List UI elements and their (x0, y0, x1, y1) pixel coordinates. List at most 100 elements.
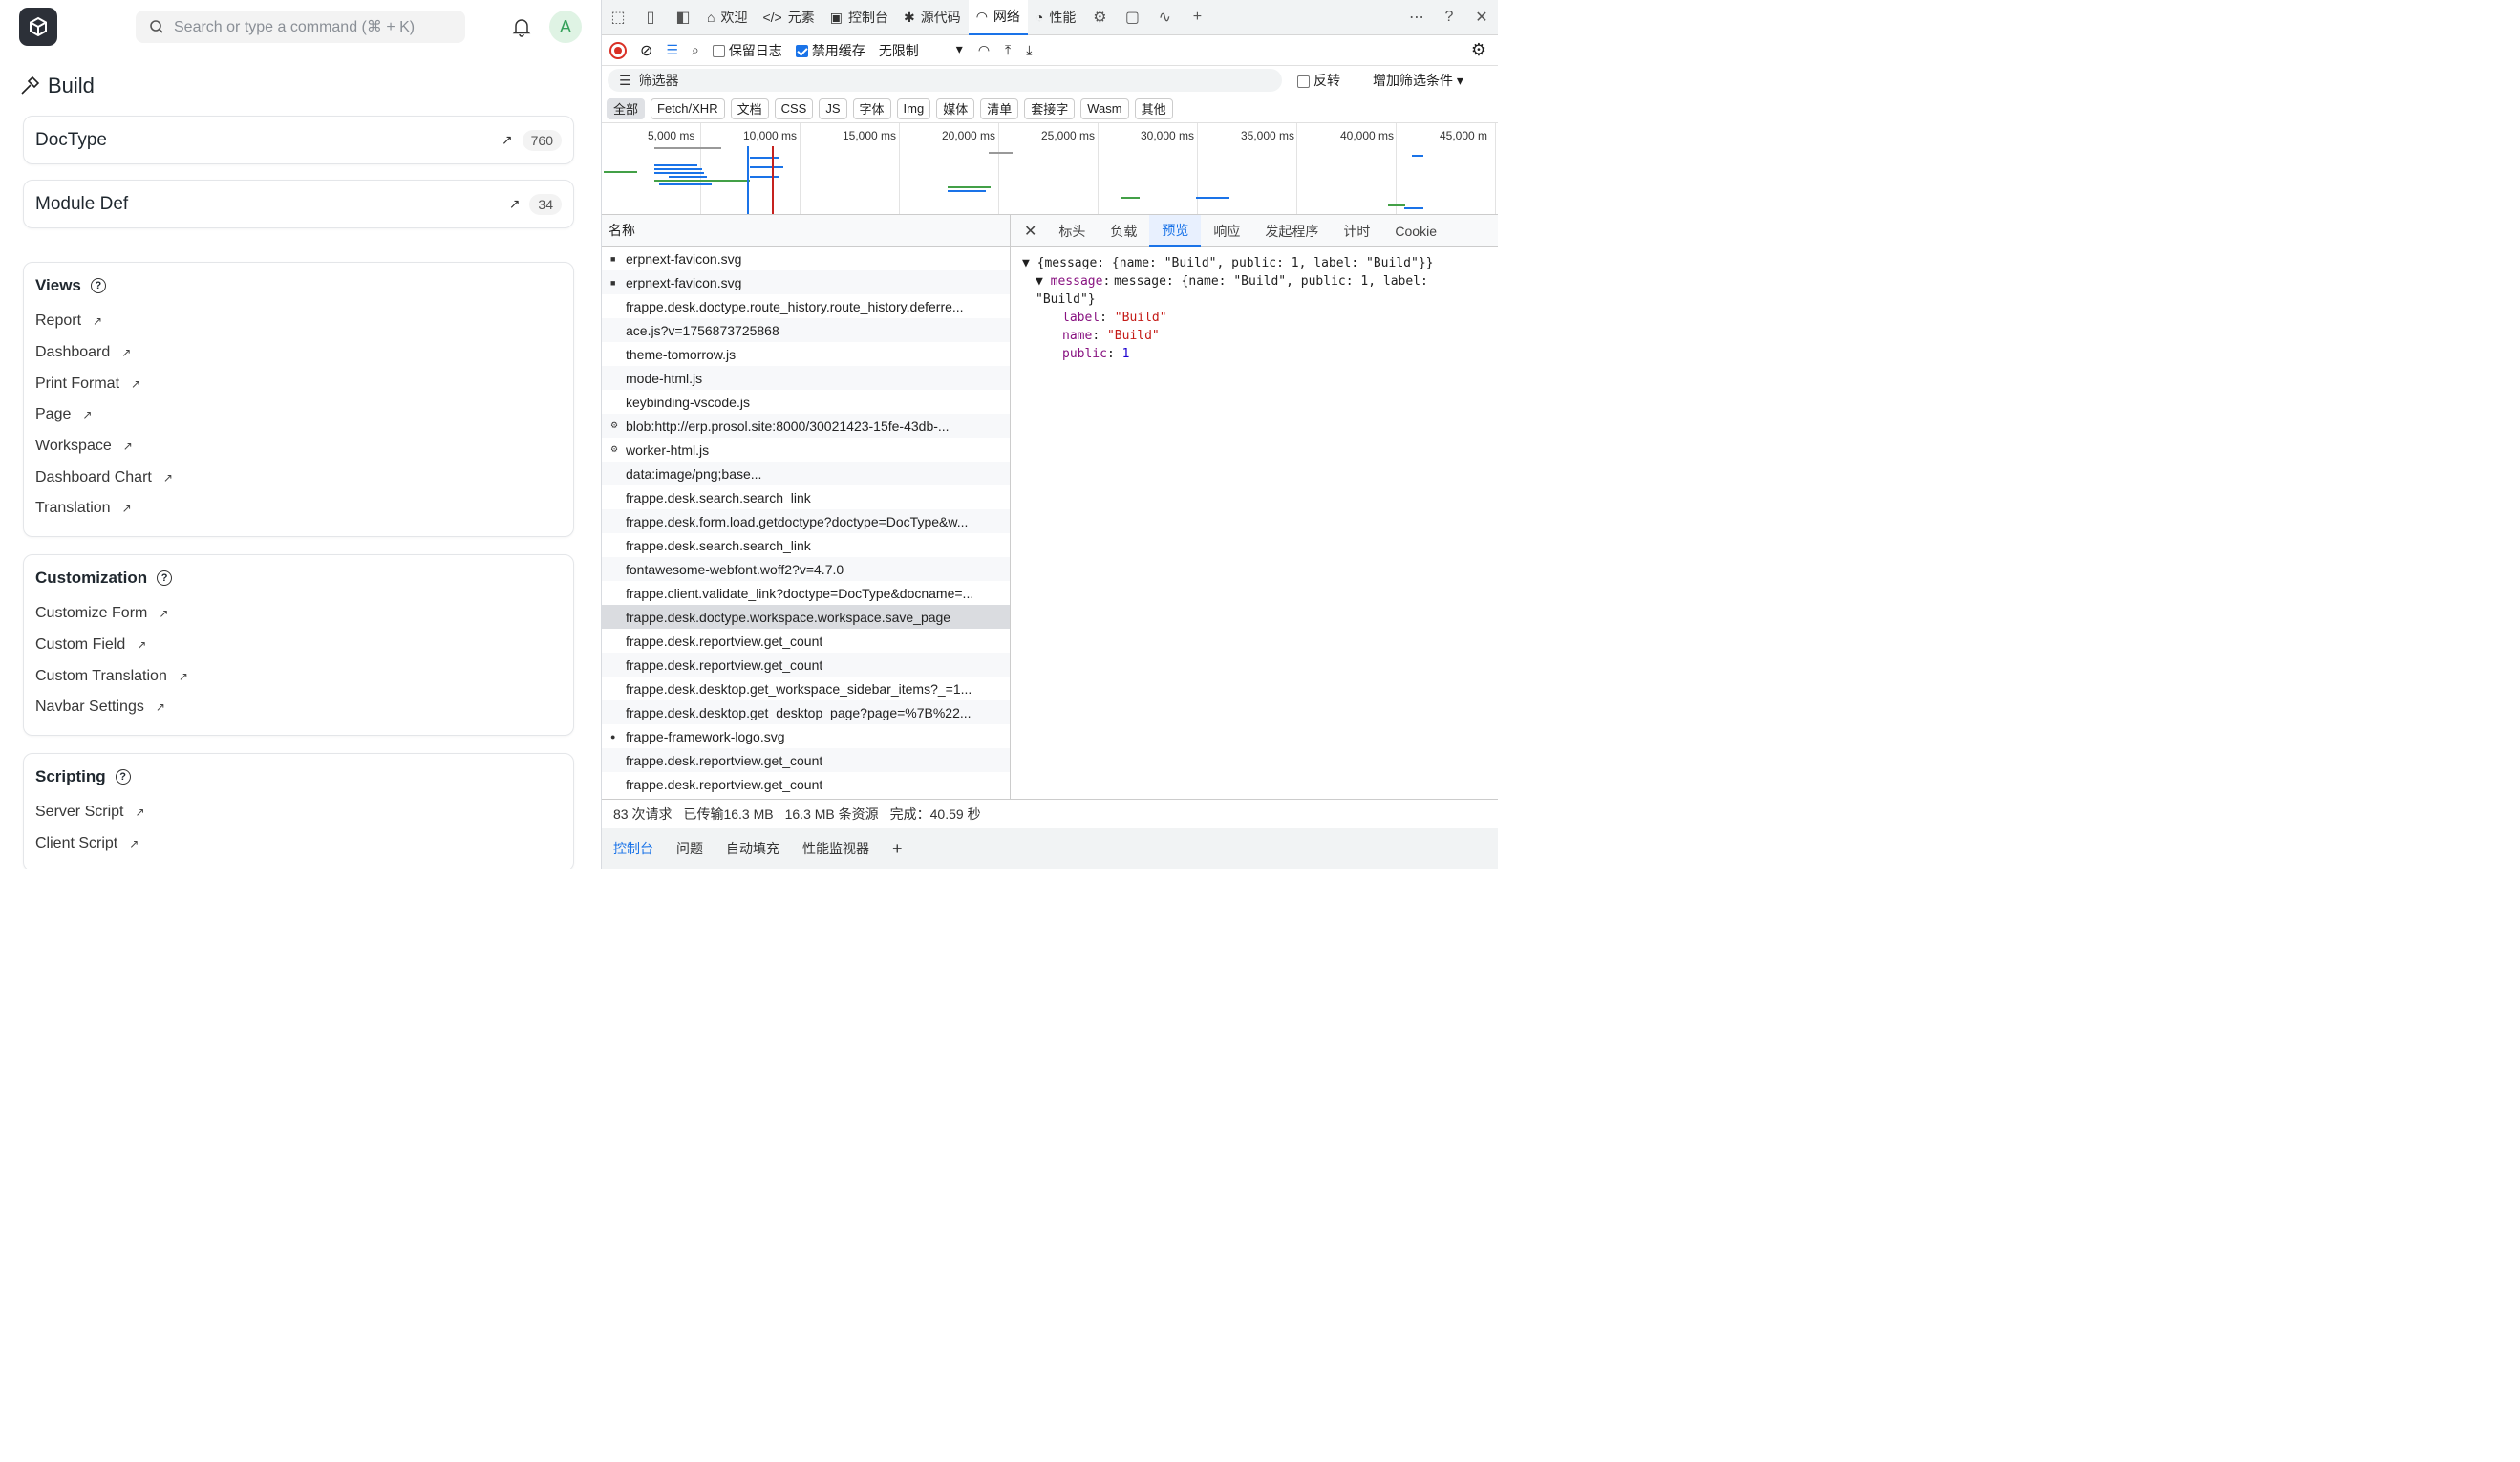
tab-payload[interactable]: 负载 (1098, 215, 1149, 247)
request-row[interactable]: fontawesome-webfont.woff2?v=4.7.0 (602, 557, 1010, 581)
tab-performance[interactable]: ◔ 性能 (1028, 0, 1083, 35)
type-filter-js[interactable]: JS (819, 97, 847, 119)
request-row[interactable]: ⚙ worker-html.js (602, 438, 1010, 462)
request-row[interactable]: frappe.desk.doctype.route_history.route_… (602, 294, 1010, 318)
drawer-tab-console[interactable]: 控制台 (602, 839, 665, 858)
throttle-select[interactable]: 无限制 ▾ (879, 41, 963, 60)
request-row[interactable]: frappe.desk.desktop.get_desktop_page?pag… (602, 700, 1010, 724)
request-row[interactable]: ■ erpnext-favicon.svg (602, 247, 1010, 270)
link-dashboard-chart[interactable]: Dashboard Chart ↗ (35, 462, 562, 493)
link-print-format[interactable]: Print Format ↗ (35, 368, 562, 399)
request-row[interactable]: keybinding-vscode.js (602, 390, 1010, 414)
settings-gear-icon[interactable]: ⚙ (1083, 0, 1116, 35)
link-server-script[interactable]: Server Script ↗ (35, 797, 562, 828)
pulse-icon[interactable]: ∿ (1148, 0, 1181, 35)
request-row[interactable]: frappe.desk.reportview.get_count (602, 629, 1010, 653)
request-row[interactable]: ● frappe-framework-logo.svg (602, 724, 1010, 748)
filter-input[interactable]: ☰ 筛选器 (608, 69, 1282, 92)
drawer-tab-autofill[interactable]: 自动填充 (715, 839, 791, 858)
record-icon[interactable] (609, 41, 627, 59)
app-logo[interactable] (19, 8, 57, 46)
type-filter-xhr[interactable]: Fetch/XHR (651, 97, 725, 119)
json-message[interactable]: ▼ message: message: {name: "Build", publ… (1022, 272, 1486, 309)
more-filters-dropdown[interactable]: 增加筛选条件 ▾ (1373, 71, 1463, 90)
search-input[interactable]: Search or type a command (⌘ + K) (136, 11, 465, 43)
preserve-log-checkbox[interactable]: 保留日志 (712, 41, 782, 60)
type-filter-css[interactable]: CSS (774, 97, 814, 119)
request-row[interactable]: frappe.desk.form.load.getdoctype?doctype… (602, 509, 1010, 533)
type-filter-doc[interactable]: 文档 (730, 97, 769, 119)
tab-cookies[interactable]: Cookie (1382, 215, 1449, 247)
type-filter-other[interactable]: 其他 (1134, 97, 1173, 119)
help-icon[interactable]: ? (1433, 0, 1465, 35)
network-conditions-icon[interactable]: ◠ (978, 42, 990, 58)
link-report[interactable]: Report ↗ (35, 306, 562, 337)
help-icon[interactable]: ? (115, 768, 131, 785)
request-row[interactable]: mode-html.js (602, 366, 1010, 390)
network-overview[interactable]: 5,000 ms 10,000 ms 15,000 ms 20,000 ms 2… (602, 123, 1498, 215)
avatar[interactable]: A (549, 11, 582, 43)
close-icon[interactable]: ✕ (1465, 0, 1498, 35)
type-filter-manifest[interactable]: 清单 (980, 97, 1019, 119)
tab-welcome[interactable]: ⌂ 欢迎 (699, 0, 755, 35)
device-toolbar-icon[interactable]: ▯ (634, 0, 667, 35)
request-row[interactable]: frappe.desk.reportview.get_count (602, 653, 1010, 677)
link-client-script[interactable]: Client Script ↗ (35, 828, 562, 859)
request-row[interactable]: ⚙ blob:http://erp.prosol.site:8000/300214… (602, 414, 1010, 438)
tab-response[interactable]: 响应 (1201, 215, 1252, 247)
request-row[interactable]: theme-tomorrow.js (602, 342, 1010, 366)
type-filter-media[interactable]: 媒体 (936, 97, 975, 119)
filter-icon[interactable]: ☰ (666, 42, 678, 58)
link-dashboard[interactable]: Dashboard ↗ (35, 337, 562, 369)
more-icon[interactable]: ⋯ (1400, 0, 1433, 35)
type-filter-all[interactable]: 全部 (607, 97, 646, 119)
tab-console[interactable]: ▣ 控制台 (822, 0, 896, 35)
tab-initiator[interactable]: 发起程序 (1252, 215, 1331, 247)
link-workspace[interactable]: Workspace ↗ (35, 431, 562, 462)
upload-icon[interactable]: ⤒ (1005, 42, 1011, 58)
tab-sources[interactable]: ✱ 源代码 (896, 0, 969, 35)
disable-cache-checkbox[interactable]: 禁用缓存 (795, 41, 865, 60)
tab-preview[interactable]: 预览 (1149, 215, 1202, 247)
type-filter-img[interactable]: Img (896, 97, 931, 119)
drawer-tab-issues[interactable]: 问题 (665, 839, 715, 858)
link-navbar-settings[interactable]: Navbar Settings ↗ (35, 692, 562, 723)
request-row[interactable]: frappe.desk.search.search_link (602, 533, 1010, 557)
application-icon[interactable]: ▢ (1116, 0, 1148, 35)
sidebar-icon[interactable]: ◧ (667, 0, 699, 35)
tab-elements[interactable]: </> 元素 (755, 0, 822, 35)
network-settings-icon[interactable]: ⚙ (1471, 40, 1486, 60)
request-row[interactable]: frappe.desk.reportview.get_count (602, 772, 1010, 796)
add-icon[interactable]: + (881, 839, 914, 859)
help-icon[interactable]: ? (90, 278, 106, 293)
download-icon[interactable]: ⤓ (1026, 42, 1032, 58)
request-row[interactable]: frappe.desk.desktop.get_workspace_sideba… (602, 677, 1010, 700)
request-row[interactable]: frappe.desk.doctype.workspace.workspace.… (602, 605, 1010, 629)
request-row[interactable]: ace.js?v=1756873725868 (602, 318, 1010, 342)
name-column-header[interactable]: 名称 (602, 215, 1011, 246)
shortcut-card-module-def[interactable]: Module Def ↗ 34 (23, 180, 574, 228)
tab-network[interactable]: ◠ 网络 (968, 0, 1028, 35)
link-customize-form[interactable]: Customize Form ↗ (35, 598, 562, 630)
json-root[interactable]: ▼ {message: {name: "Build", public: 1, l… (1022, 254, 1486, 272)
request-row[interactable]: data:image/png;base... (602, 462, 1010, 485)
link-custom-translation[interactable]: Custom Translation ↗ (35, 660, 562, 692)
request-row[interactable]: frappe.desk.reportview.get_count (602, 748, 1010, 772)
link-page[interactable]: Page ↗ (35, 399, 562, 431)
request-row[interactable]: frappe.desk.search.search_link (602, 485, 1010, 509)
shortcut-card-doctype[interactable]: DocType ↗ 760 (23, 116, 574, 164)
link-translation[interactable]: Translation ↗ (35, 493, 562, 525)
help-icon[interactable]: ? (157, 570, 173, 586)
clear-icon[interactable]: ⊘ (640, 41, 652, 60)
inspect-icon[interactable]: ⬚ (602, 0, 634, 35)
tab-headers[interactable]: 标头 (1046, 215, 1098, 247)
type-filter-font[interactable]: 字体 (852, 97, 891, 119)
drawer-tab-performance-monitor[interactable]: 性能监视器 (791, 839, 881, 858)
link-custom-field[interactable]: Custom Field ↗ (35, 630, 562, 661)
add-tab-icon[interactable]: + (1181, 0, 1213, 35)
tab-timing[interactable]: 计时 (1331, 215, 1382, 247)
request-row[interactable]: frappe.client.validate_link?doctype=DocT… (602, 581, 1010, 605)
request-row[interactable]: ■ erpnext-favicon.svg (602, 270, 1010, 294)
close-icon[interactable]: ✕ (1011, 215, 1046, 247)
search-icon[interactable]: ⌕ (692, 42, 699, 58)
